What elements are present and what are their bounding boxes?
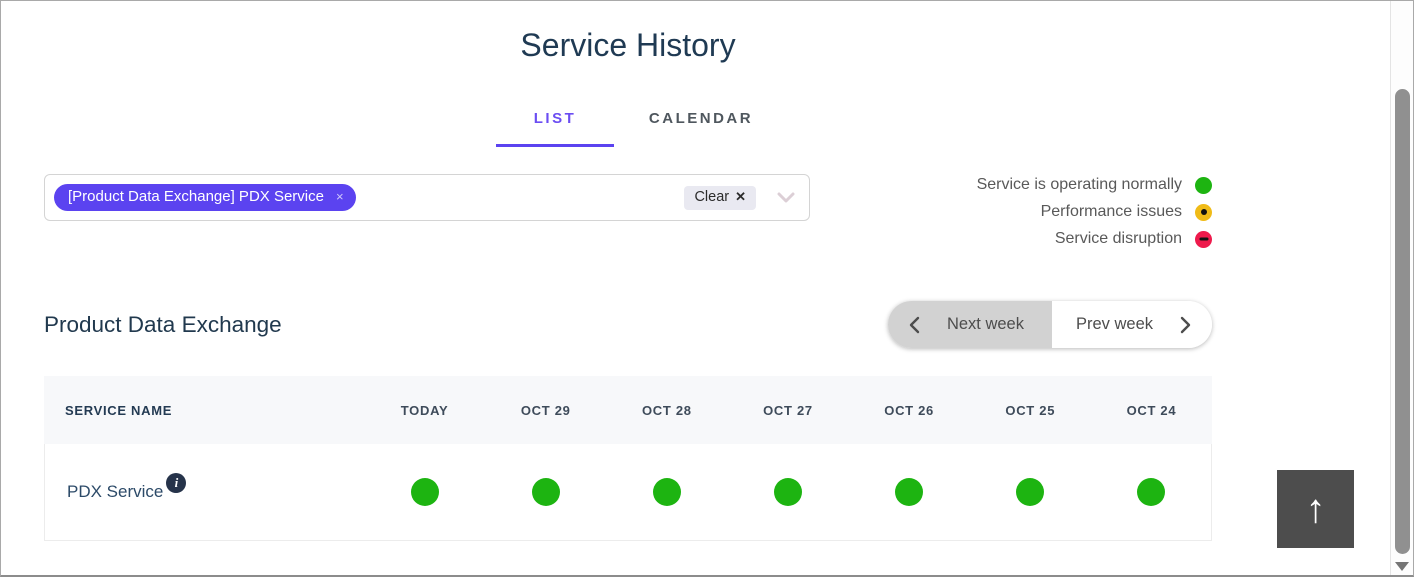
status-dot xyxy=(1137,478,1165,506)
status-cell xyxy=(969,478,1090,506)
main-content: Service History LIST CALENDAR [Product D… xyxy=(44,1,1212,541)
status-cell xyxy=(728,478,849,506)
tab-list[interactable]: LIST xyxy=(496,110,614,147)
legend-item-normal: Service is operating normally xyxy=(977,176,1212,194)
vertical-scrollbar xyxy=(1390,1,1413,575)
scrollbar-thumb[interactable] xyxy=(1395,89,1410,554)
chevron-left-icon xyxy=(909,316,920,334)
clear-button[interactable]: Clear ✕ xyxy=(684,186,756,210)
status-warning-icon xyxy=(1195,204,1212,221)
status-cell xyxy=(848,478,969,506)
chip-remove-icon[interactable]: × xyxy=(336,189,344,204)
status-legend: Service is operating normally Performanc… xyxy=(977,174,1212,248)
week-navigation: Next week Prev week xyxy=(888,301,1212,348)
arrow-up-icon: ↑ xyxy=(1306,487,1326,532)
service-name-cell: PDX Servicei xyxy=(45,482,365,503)
filter-row: [Product Data Exchange] PDX Service × Cl… xyxy=(44,174,1212,248)
section-title: Product Data Exchange xyxy=(44,312,282,338)
clear-button-label: Clear xyxy=(694,189,729,205)
status-dot xyxy=(774,478,802,506)
column-header-today: TODAY xyxy=(364,403,485,418)
prev-week-label: Prev week xyxy=(1076,315,1153,334)
filter-chip[interactable]: [Product Data Exchange] PDX Service × xyxy=(54,184,356,211)
status-dot xyxy=(532,478,560,506)
column-header-date: OCT 24 xyxy=(1091,403,1212,418)
scroll-to-top-button[interactable]: ↑ xyxy=(1277,470,1354,548)
scrollbar-down-arrow-icon[interactable] xyxy=(1395,562,1409,571)
tab-bar: LIST CALENDAR xyxy=(44,110,1212,147)
section-row: Product Data Exchange Next week Prev wee… xyxy=(44,301,1212,348)
status-dot xyxy=(1016,478,1044,506)
column-header-date: OCT 26 xyxy=(849,403,970,418)
status-dot xyxy=(411,478,439,506)
clear-x-icon: ✕ xyxy=(735,189,746,205)
column-header-service-name: SERVICE NAME xyxy=(44,403,364,418)
status-dot xyxy=(895,478,923,506)
page-title: Service History xyxy=(44,27,1212,64)
legend-label: Performance issues xyxy=(1041,203,1182,221)
service-history-table: SERVICE NAME TODAY OCT 29 OCT 28 OCT 27 … xyxy=(44,376,1212,541)
table-header-row: SERVICE NAME TODAY OCT 29 OCT 28 OCT 27 … xyxy=(44,376,1212,444)
status-cell xyxy=(486,478,607,506)
service-name-label: PDX Service xyxy=(67,482,163,501)
column-header-date: OCT 25 xyxy=(970,403,1091,418)
next-week-button[interactable]: Next week xyxy=(888,301,1052,348)
column-header-date: OCT 28 xyxy=(606,403,727,418)
prev-week-button[interactable]: Prev week xyxy=(1052,301,1212,348)
tab-calendar[interactable]: CALENDAR xyxy=(642,110,760,147)
legend-item-disruption: Service disruption xyxy=(1055,230,1212,248)
status-cell-today xyxy=(365,478,486,506)
service-filter-input[interactable]: [Product Data Exchange] PDX Service × Cl… xyxy=(44,174,810,221)
table-row: PDX Servicei xyxy=(44,444,1212,541)
status-dot xyxy=(653,478,681,506)
status-disruption-icon xyxy=(1195,231,1212,248)
column-header-date: OCT 29 xyxy=(485,403,606,418)
column-header-date: OCT 27 xyxy=(727,403,848,418)
filter-chip-label: [Product Data Exchange] PDX Service xyxy=(68,188,324,205)
status-normal-icon xyxy=(1195,177,1212,194)
next-week-label: Next week xyxy=(947,315,1024,334)
status-cell xyxy=(607,478,728,506)
chevron-right-icon xyxy=(1180,316,1191,334)
chevron-down-icon[interactable] xyxy=(777,192,795,203)
status-cell xyxy=(1090,478,1211,506)
legend-item-warning: Performance issues xyxy=(1041,203,1212,221)
legend-label: Service disruption xyxy=(1055,230,1182,248)
legend-label: Service is operating normally xyxy=(977,176,1182,194)
info-icon[interactable]: i xyxy=(166,473,186,493)
